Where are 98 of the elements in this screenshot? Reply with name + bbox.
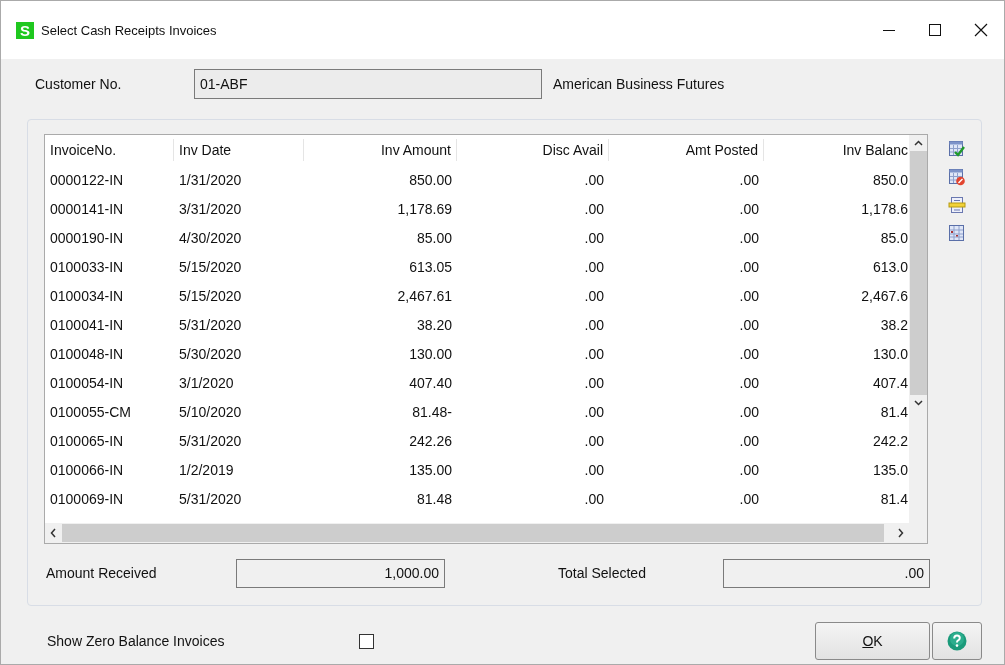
table-cell-text: 0100069-IN xyxy=(49,489,125,509)
table-cell-text: .00 xyxy=(738,344,760,364)
table-cell-text: 5/31/2020 xyxy=(178,489,243,509)
table-cell-text: .00 xyxy=(583,373,605,393)
table-cell-text: .00 xyxy=(583,431,605,451)
table-cell-text: 0100033-IN xyxy=(49,257,125,277)
table-cell-text: 5/31/2020 xyxy=(178,315,243,335)
table-cell-text: 85.0 xyxy=(879,228,908,248)
table-cell-text: 850.0 xyxy=(871,170,908,190)
table-cell-text: .00 xyxy=(738,199,760,219)
table-cell-text: 407.40 xyxy=(408,373,453,393)
window-title: Select Cash Receipts Invoices xyxy=(41,22,217,38)
table-cell-text: .00 xyxy=(738,257,760,277)
table-cell-text: 135.0 xyxy=(871,460,908,480)
document-icon[interactable] xyxy=(948,196,966,214)
select-all-icon[interactable] xyxy=(948,140,966,158)
help-button[interactable] xyxy=(932,622,982,660)
table-cell-text: 81.48- xyxy=(411,402,453,422)
table-cell-text: 2,467.6 xyxy=(860,286,908,306)
table-cell-text: 85.00 xyxy=(415,228,453,248)
table-cell-text: .00 xyxy=(583,199,605,219)
table-cell-text: 130.0 xyxy=(871,344,908,364)
table-cell-text: 0100048-IN xyxy=(49,344,125,364)
table-cell-text: 1,178.6 xyxy=(860,199,908,219)
column-header[interactable]: InvoiceNo. xyxy=(45,139,174,161)
table-cell-text: 0100054-IN xyxy=(49,373,125,393)
column-header[interactable]: Disc Avail xyxy=(457,139,609,161)
table-cell-text: 81.48 xyxy=(415,489,453,509)
table-cell-text: .00 xyxy=(738,431,760,451)
column-header[interactable]: Inv Balanc xyxy=(764,139,908,161)
table-cell-text: .00 xyxy=(583,489,605,509)
customer-name: American Business Futures xyxy=(553,76,725,92)
table-cell-text: 0100034-IN xyxy=(49,286,125,306)
field-label: Total Selected xyxy=(558,565,647,581)
table-cell-text: 613.0 xyxy=(871,257,908,277)
table-cell-text: 242.2 xyxy=(871,431,908,451)
table-cell-text: 135.00 xyxy=(408,460,453,480)
table-cell-text: .00 xyxy=(738,228,760,248)
clear-selection-icon[interactable] xyxy=(948,168,966,186)
table-cell-text: 130.00 xyxy=(408,344,453,364)
table-cell-text: 0100041-IN xyxy=(49,315,125,335)
table-cell-text: 242.26 xyxy=(408,431,453,451)
table-cell-text: 1,178.69 xyxy=(396,199,453,219)
table-cell-text: 5/10/2020 xyxy=(178,402,243,422)
table-cell-text: 0100055-CM xyxy=(49,402,132,422)
field-label: Amount Received xyxy=(46,565,158,581)
amount-field: 1,000.00 xyxy=(236,558,445,588)
table-cell-text: .00 xyxy=(583,228,605,248)
table-cell-text: 5/15/2020 xyxy=(178,257,243,277)
column-header[interactable]: Inv Amount xyxy=(304,139,457,161)
table-cell-text: .00 xyxy=(738,402,760,422)
scroll-thumb[interactable] xyxy=(909,151,927,395)
total-field: .00 xyxy=(723,558,930,588)
grid-icon[interactable] xyxy=(948,224,966,242)
table-cell-text: 0000122-IN xyxy=(49,170,125,190)
table-cell-text: 0100065-IN xyxy=(49,431,125,451)
table-cell-text: .00 xyxy=(583,402,605,422)
checkbox-label: Show Zero Balance Invoices xyxy=(47,633,226,649)
table-cell-text: .00 xyxy=(738,315,760,335)
field-label: Customer No. xyxy=(35,76,123,92)
table-cell-text: 4/30/2020 xyxy=(178,228,243,248)
table-cell-text: .00 xyxy=(738,286,760,306)
table-cell-text: .00 xyxy=(583,315,605,335)
table-cell-text: .00 xyxy=(738,489,760,509)
table-cell-text: .00 xyxy=(583,344,605,364)
table-cell-text: 1/31/2020 xyxy=(178,170,243,190)
table-cell-text: 5/31/2020 xyxy=(178,431,243,451)
table-cell-text: 2,467.61 xyxy=(396,286,453,306)
customer-field[interactable]: 01-ABF xyxy=(194,69,542,99)
table-cell-text: 3/31/2020 xyxy=(178,199,243,219)
table-cell-text: 613.05 xyxy=(408,257,453,277)
table-cell-text: 3/1/2020 xyxy=(178,373,235,393)
table-cell-text: .00 xyxy=(738,460,760,480)
table-cell-text: .00 xyxy=(738,170,760,190)
table-cell-text: 0000190-IN xyxy=(49,228,125,248)
ok-button[interactable]: OK xyxy=(815,622,930,660)
table-cell-text: 850.00 xyxy=(408,170,453,190)
column-header[interactable]: Amt Posted xyxy=(609,139,764,161)
app-icon: S xyxy=(16,21,34,39)
table-cell-text: 407.4 xyxy=(871,373,908,393)
table-cell-text: 81.4 xyxy=(879,402,908,422)
checkbox[interactable] xyxy=(359,633,374,649)
table-cell-text: 81.4 xyxy=(879,489,908,509)
help-icon xyxy=(947,631,967,651)
table-cell-text: 0000141-IN xyxy=(49,199,125,219)
vertical-scrollbar[interactable] xyxy=(909,135,927,523)
table-cell-text: .00 xyxy=(738,373,760,393)
table-cell-text: .00 xyxy=(583,170,605,190)
table-cell-text: 5/30/2020 xyxy=(178,344,243,364)
table-cell-text: 1/2/2019 xyxy=(178,460,235,480)
table-cell-text: .00 xyxy=(583,286,605,306)
table-cell-text: 38.20 xyxy=(415,315,453,335)
table-cell-text: 5/15/2020 xyxy=(178,286,243,306)
table-cell-text: 0100066-IN xyxy=(49,460,125,480)
table-cell-text: 38.2 xyxy=(879,315,908,335)
column-header[interactable]: Inv Date xyxy=(174,139,304,161)
table-cell-text: .00 xyxy=(583,460,605,480)
table-cell-text: .00 xyxy=(583,257,605,277)
